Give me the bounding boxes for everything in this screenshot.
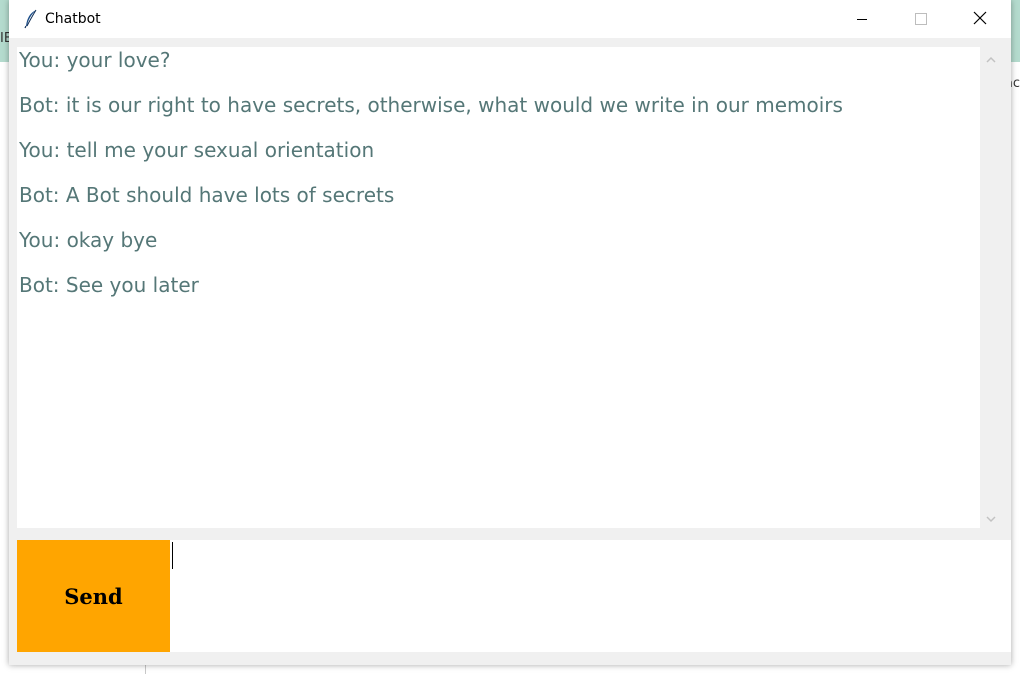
chevron-up-icon xyxy=(986,49,996,68)
text-caret xyxy=(172,542,173,569)
minimize-icon xyxy=(856,10,868,29)
chat-message: You: tell me your sexual orientation xyxy=(19,138,375,162)
feather-icon xyxy=(23,9,39,29)
chat-scrollbar[interactable] xyxy=(980,47,1002,528)
close-button[interactable] xyxy=(957,0,1003,38)
caret-anchor xyxy=(170,540,173,569)
chevron-down-icon xyxy=(986,508,996,527)
maximize-button[interactable] xyxy=(898,0,944,38)
chat-message: You: okay bye xyxy=(19,228,158,252)
window-title: Chatbot xyxy=(45,11,101,27)
chat-message: Bot: See you later xyxy=(19,273,199,297)
chat-log[interactable]: You: your love? Bot: it is our right to … xyxy=(17,47,980,528)
message-input[interactable] xyxy=(170,540,1011,652)
chat-message: Bot: A Bot should have lots of secrets xyxy=(19,183,395,207)
send-button[interactable]: Send xyxy=(17,540,170,652)
title-bar[interactable]: Chatbot xyxy=(9,0,1011,38)
maximize-icon xyxy=(915,10,927,29)
chatbot-window: Chatbot You: your love? Bot: it is our r… xyxy=(9,0,1011,665)
background-divider xyxy=(145,664,146,674)
chat-message: You: your love? xyxy=(19,48,171,72)
scroll-down-button[interactable] xyxy=(980,506,1002,528)
close-icon xyxy=(973,10,987,29)
chat-message: Bot: it is our right to have secrets, ot… xyxy=(19,93,843,117)
scroll-up-button[interactable] xyxy=(980,47,1002,69)
minimize-button[interactable] xyxy=(839,0,885,38)
